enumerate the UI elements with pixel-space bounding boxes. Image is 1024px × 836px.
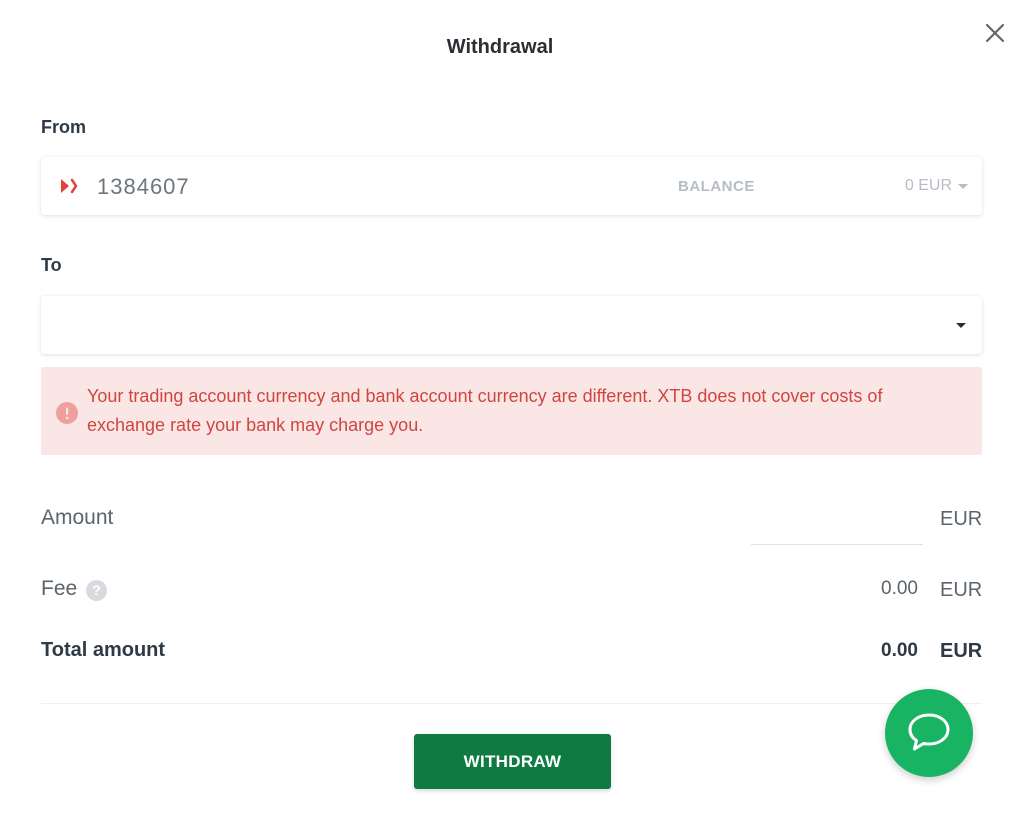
- balance-dropdown[interactable]: 0 EUR: [905, 177, 968, 195]
- info-icon: [56, 402, 78, 424]
- alert-message: Your trading account currency and bank a…: [87, 386, 883, 435]
- chat-bubble-icon: [908, 713, 950, 751]
- chevron-down-icon: [956, 323, 966, 328]
- fee-value: 0.00: [881, 578, 918, 599]
- total-amount-value: 0.00: [881, 640, 918, 661]
- to-account-select[interactable]: [41, 296, 982, 354]
- fee-currency: EUR: [940, 579, 983, 601]
- from-label: From: [41, 117, 86, 137]
- account-number: 1384607: [97, 174, 190, 199]
- divider: [41, 703, 982, 704]
- amount-input[interactable]: [751, 500, 923, 545]
- dialog-title: Withdrawal: [446, 36, 554, 58]
- xtb-logo-icon: [61, 178, 78, 194]
- help-icon[interactable]: ?: [86, 580, 107, 601]
- total-amount-currency: EUR: [940, 640, 983, 662]
- to-label: To: [41, 255, 62, 275]
- withdrawal-dialog: Withdrawal From 1384607 BALANCE 0 EUR To…: [0, 0, 1024, 836]
- close-button[interactable]: [982, 20, 1008, 46]
- amount-currency: EUR: [940, 508, 983, 530]
- withdraw-button[interactable]: WITHDRAW: [414, 734, 611, 789]
- fee-label: Fee: [41, 577, 78, 600]
- chat-button[interactable]: [885, 689, 973, 777]
- total-amount-label: Total amount: [41, 639, 166, 661]
- balance-value: 0 EUR: [904, 177, 952, 194]
- amount-label: Amount: [41, 506, 114, 529]
- chevron-down-icon: [958, 183, 968, 189]
- close-icon: [985, 23, 1005, 43]
- from-account-card: 1384607 BALANCE 0 EUR: [41, 157, 982, 215]
- currency-warning-alert: Your trading account currency and bank a…: [41, 367, 982, 455]
- balance-label: BALANCE: [678, 178, 755, 195]
